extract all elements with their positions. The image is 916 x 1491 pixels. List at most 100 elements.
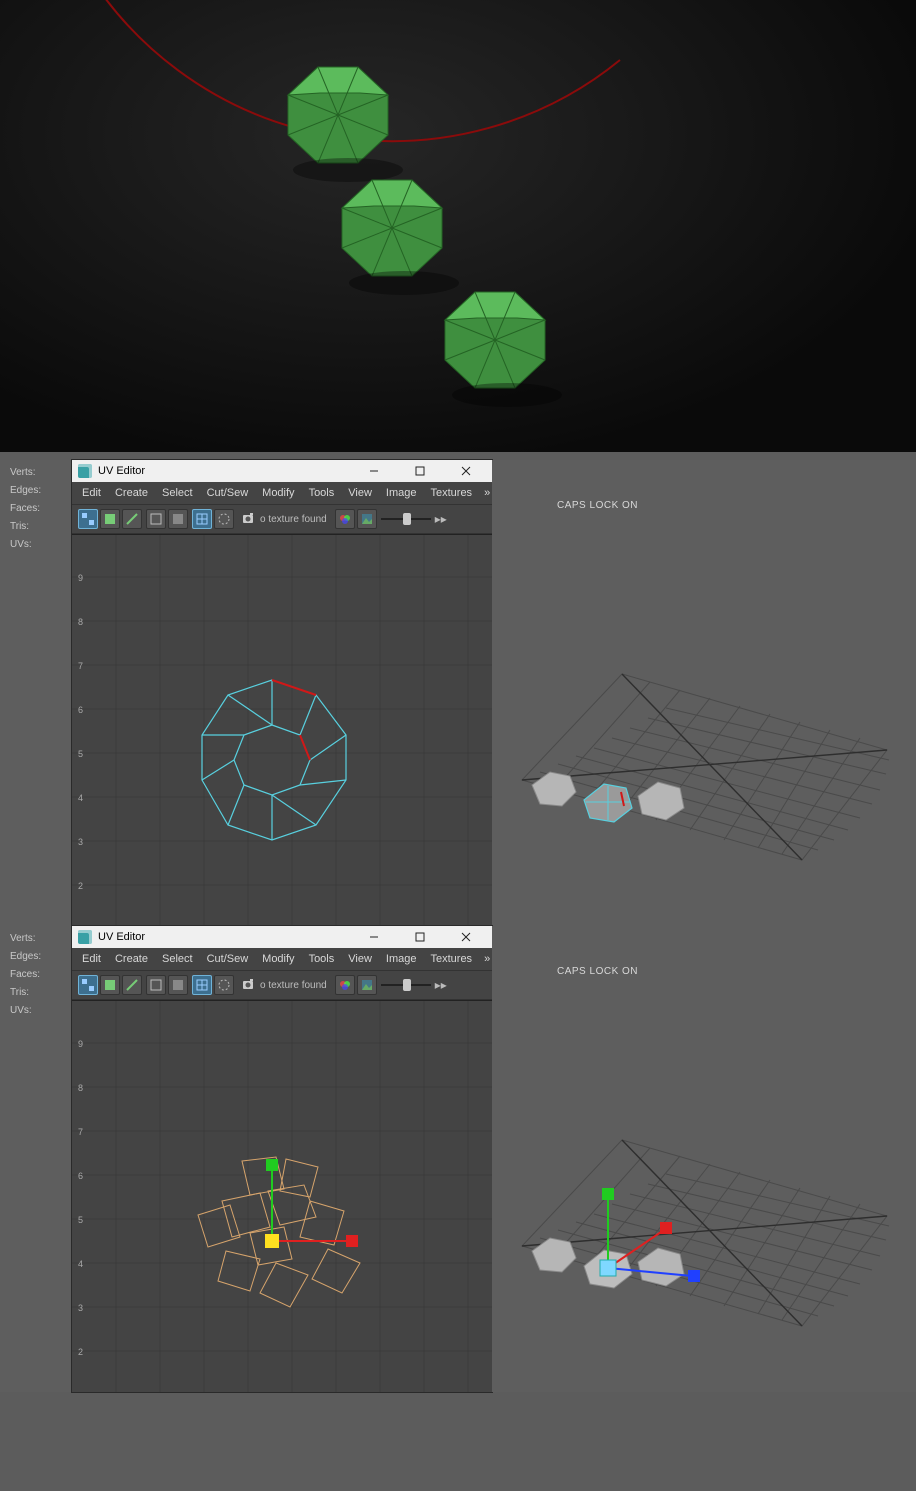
image-display-icon[interactable] (357, 975, 377, 995)
slider-thumb[interactable] (403, 979, 411, 991)
texture-status-text: o texture found (260, 514, 327, 525)
uv-shell-mode-icon[interactable] (78, 975, 98, 995)
uv-grid (72, 535, 492, 926)
rgb-channels-icon[interactable] (335, 975, 355, 995)
menu-select[interactable]: Select (156, 485, 199, 501)
uv-move-gizmo[interactable] (265, 1159, 358, 1248)
uv-axis-labels: 2 3 4 5 6 7 8 9 (78, 1039, 83, 1357)
uv-grid (72, 1001, 492, 1392)
texture-status: o texture found (238, 512, 331, 527)
bottom-row: Verts: Edges: Faces: Tris: UVs: UV Edito… (0, 926, 916, 1392)
gizmo-y-handle[interactable] (602, 1188, 614, 1200)
exposure-slider[interactable] (381, 512, 431, 526)
top-render-viewport[interactable] (0, 0, 916, 452)
menu-create[interactable]: Create (109, 951, 154, 967)
camera-icon (242, 978, 256, 993)
dim-toggle-icon[interactable] (214, 509, 234, 529)
uv-toolbar: o texture found ▸▸ (72, 504, 492, 534)
play-forward-icon[interactable]: ▸▸ (435, 512, 447, 526)
grid-toggle-icon[interactable] (192, 509, 212, 529)
menu-image[interactable]: Image (380, 951, 423, 967)
rock-instance-2-selected (584, 784, 632, 822)
uv-cut-edges (272, 680, 316, 760)
uv-face-mode-icon[interactable] (100, 975, 120, 995)
uv-edge-mode-icon[interactable] (122, 509, 142, 529)
svg-text:3: 3 (78, 837, 83, 847)
menu-textures[interactable]: Textures (424, 485, 478, 501)
persp-viewport[interactable]: CAPS LOCK ON (492, 460, 916, 926)
uv-canvas[interactable]: 2 3 4 5 6 7 8 9 (72, 534, 492, 926)
faces-label: Faces: (10, 500, 40, 518)
svg-text:9: 9 (78, 1039, 83, 1049)
uv-editor-window[interactable]: UV Editor Edit Create Select Cut/Sew Mod… (72, 926, 492, 1392)
ground-grid (522, 674, 889, 860)
close-button[interactable] (446, 926, 486, 948)
uv-edge-mode-icon[interactable] (122, 975, 142, 995)
svg-text:7: 7 (78, 1127, 83, 1137)
slider-thumb[interactable] (403, 513, 411, 525)
maximize-button[interactable] (400, 926, 440, 948)
menu-modify[interactable]: Modify (256, 485, 300, 501)
svg-text:2: 2 (78, 881, 83, 891)
uv-face-mode-icon[interactable] (100, 509, 120, 529)
verts-label: Verts: (10, 930, 36, 948)
gizmo-center-handle[interactable] (265, 1234, 279, 1248)
minimize-button[interactable] (354, 460, 394, 482)
menu-view[interactable]: View (342, 485, 378, 501)
rgb-channels-icon[interactable] (335, 509, 355, 529)
camera-icon (242, 512, 256, 527)
middle-row: Verts: Edges: Faces: Tris: UVs: UV Edito… (0, 460, 916, 926)
svg-text:5: 5 (78, 1215, 83, 1225)
svg-text:4: 4 (78, 1259, 83, 1269)
menu-edit[interactable]: Edit (76, 485, 107, 501)
svg-text:6: 6 (78, 705, 83, 715)
menu-image[interactable]: Image (380, 485, 423, 501)
uv-canvas[interactable]: 2 3 4 5 6 7 8 9 (72, 1000, 492, 1392)
menu-cutsew[interactable]: Cut/Sew (201, 485, 255, 501)
gizmo-x-handle[interactable] (660, 1222, 672, 1234)
uv-titlebar[interactable]: UV Editor (72, 460, 492, 482)
uv-editor-window[interactable]: UV Editor Edit Create Select Cut/Sew Mod… (72, 460, 492, 926)
green-rock-1 (288, 67, 403, 182)
svg-text:6: 6 (78, 1171, 83, 1181)
green-rock-2 (342, 180, 459, 295)
menu-tools[interactable]: Tools (303, 951, 341, 967)
rock-instance-1 (532, 772, 576, 806)
gizmo-z-handle[interactable] (688, 1270, 700, 1282)
uv-shell-mode-icon[interactable] (78, 509, 98, 529)
maximize-button[interactable] (400, 460, 440, 482)
menu-cutsew[interactable]: Cut/Sew (201, 951, 255, 967)
menu-modify[interactable]: Modify (256, 951, 300, 967)
texture-status-text: o texture found (260, 980, 327, 991)
tris-label: Tris: (10, 984, 29, 1002)
svg-text:8: 8 (78, 617, 83, 627)
close-button[interactable] (446, 460, 486, 482)
minimize-button[interactable] (354, 926, 394, 948)
uv-titlebar[interactable]: UV Editor (72, 926, 492, 948)
menu-view[interactable]: View (342, 951, 378, 967)
menu-create[interactable]: Create (109, 485, 154, 501)
menu-textures[interactable]: Textures (424, 951, 478, 967)
shading-wire-icon[interactable] (146, 975, 166, 995)
dim-toggle-icon[interactable] (214, 975, 234, 995)
uv-toolbar: o texture found ▸▸ (72, 970, 492, 1000)
exposure-slider[interactable] (381, 978, 431, 992)
menu-tools[interactable]: Tools (303, 485, 341, 501)
grid-toggle-icon[interactable] (192, 975, 212, 995)
persp-viewport[interactable]: CAPS LOCK ON (492, 926, 916, 1392)
shading-wire-icon[interactable] (146, 509, 166, 529)
shading-solid-icon[interactable] (168, 975, 188, 995)
edges-label: Edges: (10, 482, 41, 500)
mesh-stats-hud: Verts: Edges: Faces: Tris: UVs: (0, 926, 72, 1020)
shading-solid-icon[interactable] (168, 509, 188, 529)
svg-text:9: 9 (78, 573, 83, 583)
ground-grid (522, 1140, 889, 1326)
gizmo-center-handle[interactable] (600, 1260, 616, 1276)
rock-instance-1 (532, 1238, 576, 1272)
menu-select[interactable]: Select (156, 951, 199, 967)
play-forward-icon[interactable]: ▸▸ (435, 978, 447, 992)
image-display-icon[interactable] (357, 509, 377, 529)
menu-edit[interactable]: Edit (76, 951, 107, 967)
verts-label: Verts: (10, 464, 36, 482)
uv-shell-selected (202, 680, 346, 840)
